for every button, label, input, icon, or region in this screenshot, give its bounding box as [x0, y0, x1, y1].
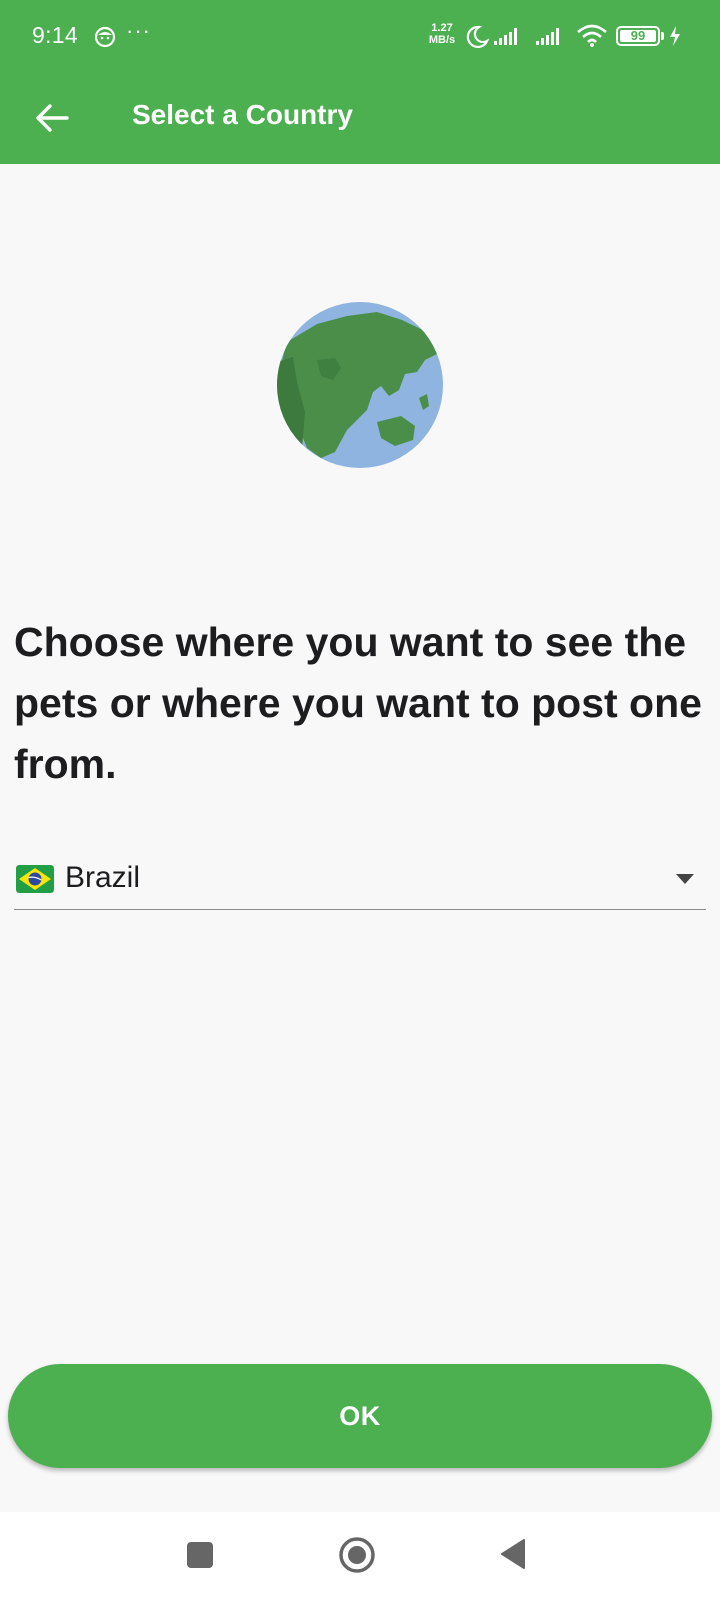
status-more-icon: ··· — [126, 18, 151, 43]
network-speed-value: 1.27 — [431, 22, 453, 34]
network-speed: 1.27 MB/s — [424, 22, 460, 46]
system-nav-bar — [0, 1512, 720, 1600]
ok-button[interactable]: OK — [8, 1364, 712, 1468]
arrow-back-icon — [36, 104, 69, 132]
square-icon[interactable] — [187, 1542, 213, 1568]
battery-icon: 99 — [616, 26, 660, 46]
battery-tip — [661, 32, 664, 40]
ok-button-label: OK — [339, 1400, 381, 1431]
battery-level: 99 — [630, 28, 646, 43]
brazil-flag-icon — [16, 865, 54, 893]
moon-icon — [466, 25, 490, 48]
app-bar: Select a Country — [0, 72, 720, 164]
network-speed-unit: MB/s — [428, 34, 456, 46]
back-button[interactable] — [24, 90, 80, 146]
signal-icon-2 — [536, 28, 559, 45]
page-title: Select a Country — [132, 99, 353, 130]
signal-icon — [494, 28, 517, 45]
wifi-icon — [577, 24, 607, 47]
status-time: 9:14 — [32, 22, 78, 48]
status-bar: 9:14 ··· 1.27 MB/s 99 — [0, 0, 720, 72]
headline: Choose where you want to see the pets or… — [14, 619, 702, 787]
globe-icon — [277, 302, 443, 468]
triangle-back-icon[interactable] — [500, 1538, 526, 1570]
country-select-value: Brazil — [65, 861, 141, 894]
notification-face-icon — [94, 26, 116, 48]
chevron-down-icon[interactable] — [676, 874, 694, 884]
charging-bolt-icon — [670, 26, 680, 46]
country-select[interactable]: Brazil — [14, 848, 706, 910]
circle-icon[interactable] — [338, 1536, 376, 1574]
